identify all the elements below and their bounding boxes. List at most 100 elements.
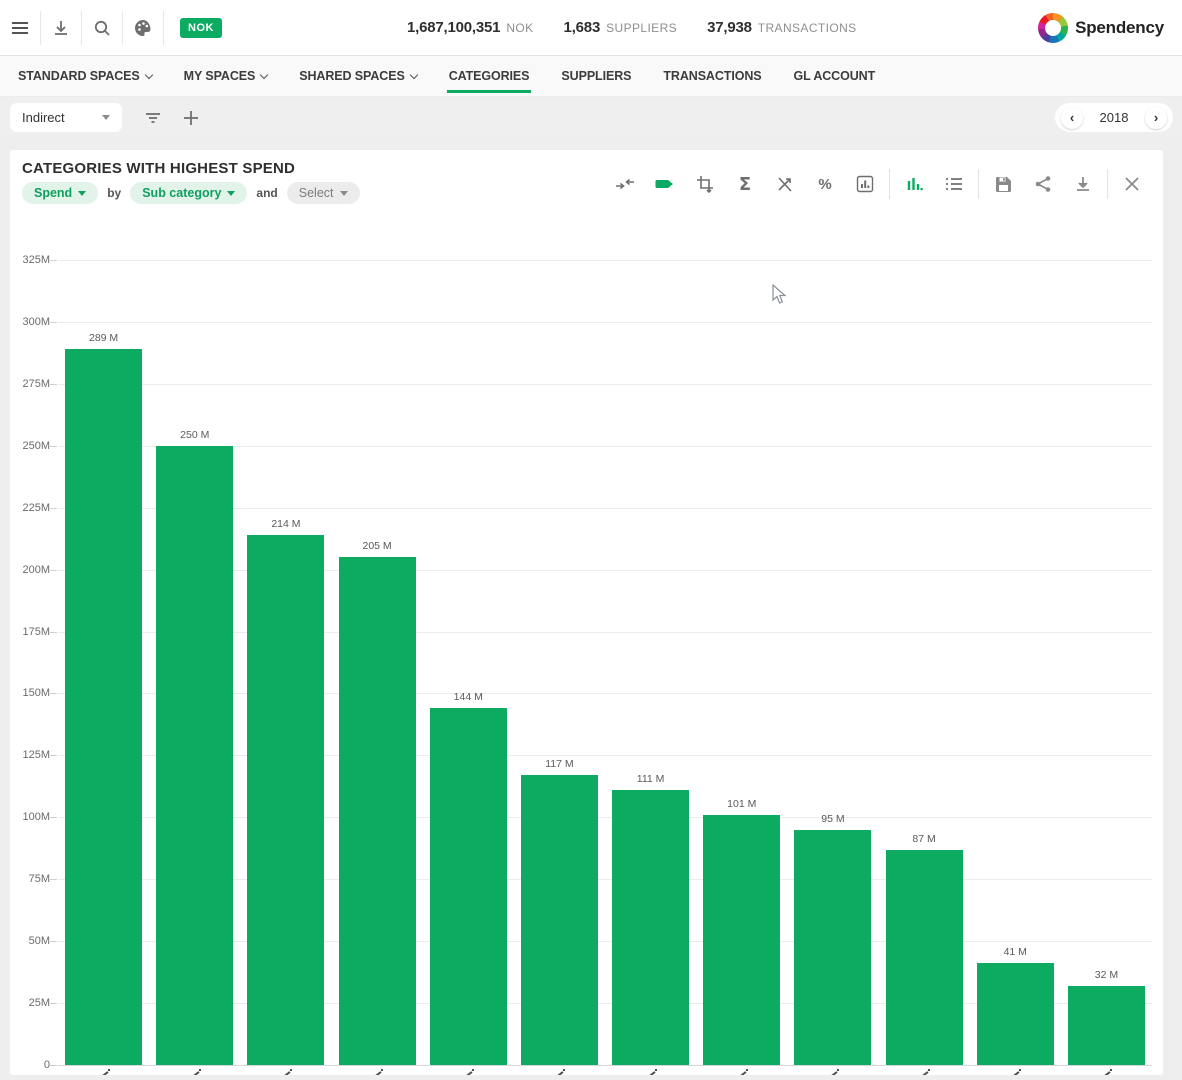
measure-controls: Spend by Sub category and Select xyxy=(22,182,360,204)
tag-icon[interactable] xyxy=(645,168,685,200)
stat-label: SUPPLIERS xyxy=(606,21,677,35)
download-chart-icon[interactable] xyxy=(1063,168,1103,200)
measure-dropdown[interactable]: Spend xyxy=(22,182,98,204)
bar[interactable] xyxy=(612,790,689,1065)
divider xyxy=(163,11,164,45)
dimension-dropdown[interactable]: Sub category xyxy=(130,182,247,204)
chart-box-icon[interactable] xyxy=(845,168,885,200)
brand-name: Spendency xyxy=(1075,18,1164,38)
y-tick-mark xyxy=(50,322,57,323)
no-trend-icon[interactable] xyxy=(765,168,805,200)
y-tick-mark xyxy=(50,1065,57,1066)
bar[interactable] xyxy=(977,963,1054,1065)
merge-arrows-icon[interactable] xyxy=(605,168,645,200)
bar-value-label: 205 M xyxy=(332,540,422,552)
tab-transactions[interactable]: TRANSACTIONS xyxy=(653,56,771,96)
chevron-down-icon xyxy=(260,70,268,78)
tab-categories[interactable]: CATEGORIES xyxy=(439,56,540,96)
y-tick-label: 150M xyxy=(10,687,50,699)
tab-label: STANDARD SPACES xyxy=(18,69,140,83)
tab-suppliers[interactable]: SUPPLIERS xyxy=(551,56,641,96)
y-tick-mark xyxy=(50,384,57,385)
close-icon[interactable] xyxy=(1112,168,1152,200)
percent-icon[interactable]: % xyxy=(805,168,845,200)
bar[interactable] xyxy=(247,535,324,1065)
filter-icon[interactable] xyxy=(134,99,172,137)
bar[interactable] xyxy=(430,708,507,1065)
add-icon[interactable] xyxy=(172,99,210,137)
stat-total-spend: 1,687,100,351 NOK xyxy=(407,19,534,36)
tab-label: GL ACCOUNT xyxy=(793,69,875,83)
currency-badge[interactable]: NOK xyxy=(180,18,222,38)
mouse-cursor xyxy=(772,284,787,310)
y-tick-mark xyxy=(50,1003,57,1004)
y-tick-label: 75M xyxy=(10,873,50,885)
y-tick-mark xyxy=(50,693,57,694)
menu-icon[interactable] xyxy=(0,8,40,48)
tab-standard-spaces[interactable]: STANDARD SPACES xyxy=(8,56,162,96)
tab-label: MY SPACES xyxy=(184,69,256,83)
bar[interactable] xyxy=(156,446,233,1065)
bar-chart-view-icon[interactable] xyxy=(894,168,934,200)
search-icon[interactable] xyxy=(82,8,122,48)
bar[interactable] xyxy=(521,775,598,1065)
download-icon[interactable] xyxy=(41,8,81,48)
crop-icon[interactable] xyxy=(685,168,725,200)
select-value: Select xyxy=(299,186,334,200)
dimension-value: Sub category xyxy=(142,186,221,200)
stat-value: 1,687,100,351 xyxy=(407,19,500,36)
y-tick-label: 125M xyxy=(10,749,50,761)
measure-value: Spend xyxy=(34,186,72,200)
y-tick-label: 200M xyxy=(10,564,50,576)
bar[interactable] xyxy=(703,815,780,1065)
space-selector-dropdown[interactable]: Indirect xyxy=(10,103,122,132)
bar-value-label: 101 M xyxy=(697,798,787,810)
sigma-icon[interactable]: Σ xyxy=(725,168,765,200)
bar[interactable] xyxy=(65,349,142,1065)
x-axis-label-truncated xyxy=(97,1069,111,1075)
y-tick-label: 250M xyxy=(10,440,50,452)
x-axis-label-truncated xyxy=(370,1069,384,1075)
bar-value-label: 117 M xyxy=(514,758,604,770)
divider xyxy=(889,169,890,199)
list-view-icon[interactable] xyxy=(934,168,974,200)
year-prev-button[interactable]: ‹ xyxy=(1061,107,1083,129)
x-axis-label-truncated xyxy=(644,1069,658,1075)
year-next-button[interactable]: › xyxy=(1145,107,1167,129)
bar[interactable] xyxy=(339,557,416,1065)
y-tick-label: 275M xyxy=(10,378,50,390)
chevron-down-icon xyxy=(144,70,152,78)
and-label: and xyxy=(256,186,277,200)
x-axis-label-truncated xyxy=(1008,1069,1022,1075)
gridline xyxy=(58,1065,1152,1066)
share-icon[interactable] xyxy=(1023,168,1063,200)
chart-panel: CATEGORIES WITH HIGHEST SPEND Spend by S… xyxy=(10,150,1163,1075)
gridline xyxy=(58,322,1152,323)
y-tick-label: 175M xyxy=(10,626,50,638)
by-label: by xyxy=(107,186,121,200)
bar[interactable] xyxy=(1068,986,1145,1065)
stat-value: 1,683 xyxy=(564,19,601,36)
chevron-down-icon xyxy=(409,70,417,78)
y-tick-mark xyxy=(50,570,57,571)
tab-my-spaces[interactable]: MY SPACES xyxy=(174,56,278,96)
x-axis-label-truncated xyxy=(826,1069,840,1075)
y-tick-label: 100M xyxy=(10,811,50,823)
summary-stats: 1,687,100,351 NOK 1,683 SUPPLIERS 37,938… xyxy=(407,0,857,55)
tab-shared-spaces[interactable]: SHARED SPACES xyxy=(289,56,426,96)
bar[interactable] xyxy=(886,850,963,1065)
divider xyxy=(1107,169,1108,199)
tab-gl-account[interactable]: GL ACCOUNT xyxy=(783,56,885,96)
secondary-dimension-dropdown[interactable]: Select xyxy=(287,182,360,204)
palette-icon[interactable] xyxy=(123,8,163,48)
x-axis-label-truncated xyxy=(461,1069,475,1075)
stat-label: NOK xyxy=(506,21,533,35)
save-icon[interactable] xyxy=(983,168,1023,200)
bar-value-label: 214 M xyxy=(241,518,331,530)
divider xyxy=(978,169,979,199)
main-nav: STANDARD SPACES MY SPACES SHARED SPACES … xyxy=(0,56,1182,96)
bar[interactable] xyxy=(794,830,871,1065)
bar-value-label: 87 M xyxy=(879,833,969,845)
y-tick-mark xyxy=(50,879,57,880)
chevron-down-icon xyxy=(102,115,110,120)
